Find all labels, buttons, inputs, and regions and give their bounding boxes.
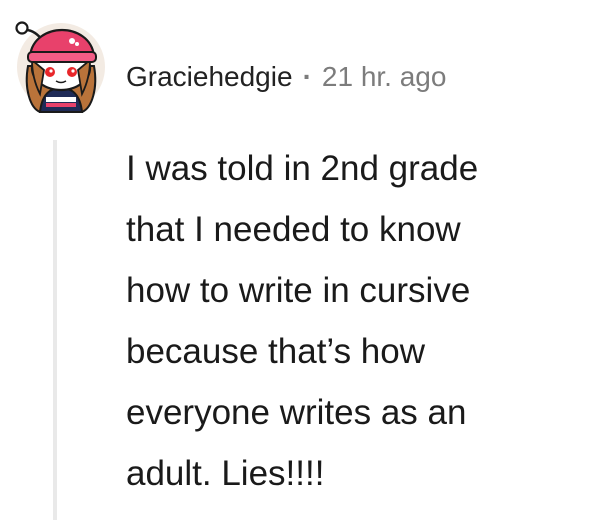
comment-header: Graciehedgie · 21 hr. ago (126, 55, 446, 99)
comment-body: I was told in 2nd grade that I needed to… (126, 138, 586, 504)
comment-body-line: everyone writes as an (126, 393, 467, 432)
comment-body-line: adult. Lies!!!! (126, 454, 325, 493)
meta-separator: · (302, 61, 312, 92)
comment-body-line: I was told in 2nd grade (126, 149, 479, 188)
comment: Graciehedgie · 21 hr. ago I was told in … (0, 0, 599, 520)
comment-timestamp[interactable]: 21 hr. ago (322, 61, 447, 93)
thread-collapse-line[interactable] (53, 140, 57, 520)
comment-author[interactable]: Graciehedgie (126, 61, 293, 93)
comment-body-line: because that’s how (126, 332, 426, 371)
comment-body-line: that I needed to know (126, 210, 461, 249)
comment-body-line: how to write in cursive (126, 271, 471, 310)
user-avatar[interactable] (10, 8, 108, 114)
snoo-avatar-icon (15, 21, 105, 113)
